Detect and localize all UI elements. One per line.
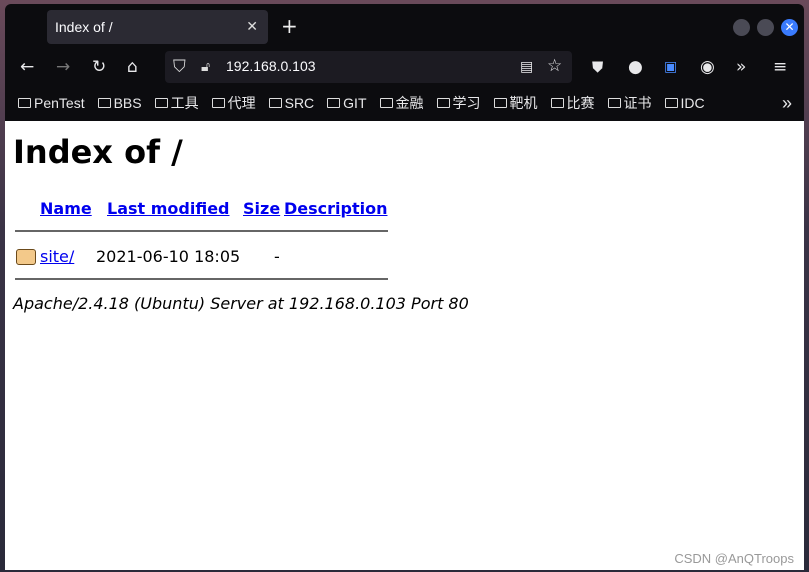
close-window-button[interactable]: ✕ xyxy=(781,19,798,36)
sort-modified-link[interactable]: Last modified xyxy=(107,199,230,218)
folder-icon xyxy=(97,98,111,108)
folder-icon xyxy=(154,98,168,108)
bookmarks-bar: PenTest BBS 工具 代理 SRC GIT 金融 学习 靶机 比赛 证书… xyxy=(5,86,804,120)
tab-title: Index of / xyxy=(55,19,113,35)
tab-index[interactable]: Index of / ✕ xyxy=(47,10,268,44)
maximize-button[interactable] xyxy=(757,19,774,36)
bookmark-folder[interactable]: 证书 xyxy=(607,93,652,113)
folder-icon xyxy=(268,98,282,108)
bookmark-folder[interactable]: 代理 xyxy=(211,93,256,113)
file-size: - xyxy=(274,247,280,266)
url-text[interactable]: 192.168.0.103 xyxy=(226,58,316,74)
folder-icon xyxy=(379,98,393,108)
divider xyxy=(15,278,388,280)
folder-icon xyxy=(493,98,507,108)
folder-icon xyxy=(327,98,341,108)
tab-bar: Index of / ✕ + ✕ xyxy=(5,4,804,49)
new-tab-button[interactable]: + xyxy=(281,14,298,38)
url-bar[interactable]: ⛉ 🔓︎ 192.168.0.103 ▤ ☆ xyxy=(165,51,572,83)
watermark: CSDN @AnQTroops xyxy=(674,551,794,566)
browser-window: Index of / ✕ + ✕ ← → ↻ ⌂ ⛉ 🔓︎ 192.168.0.1… xyxy=(5,4,804,570)
shield-icon[interactable]: ⛉ xyxy=(173,57,186,77)
bookmarks-overflow-icon[interactable]: » xyxy=(782,93,792,114)
bookmark-folder[interactable]: 靶机 xyxy=(493,93,538,113)
translate-page-icon[interactable]: ▤ xyxy=(520,57,533,77)
home-icon[interactable]: ⌂ xyxy=(127,57,138,77)
sort-size-link[interactable]: Size xyxy=(243,199,280,218)
page-content: Index of / Name Last modified Size Descr… xyxy=(5,121,804,570)
last-modified: 2021-06-10 18:05 xyxy=(96,247,241,266)
bookmark-star-icon[interactable]: ☆ xyxy=(547,56,562,76)
folder-icon xyxy=(664,98,678,108)
folder-icon xyxy=(550,98,564,108)
bookmark-folder[interactable]: GIT xyxy=(327,95,367,111)
bookmark-folder[interactable]: IDC xyxy=(664,95,705,111)
more-tools-icon[interactable]: » xyxy=(736,57,746,77)
sort-description-link[interactable]: Description xyxy=(284,199,387,218)
pocket-icon[interactable]: ⛊ xyxy=(592,57,603,77)
extension-icon[interactable]: ◉ xyxy=(700,57,715,77)
bookmark-folder[interactable]: 比赛 xyxy=(550,93,595,113)
nav-toolbar: ← → ↻ ⌂ ⛉ 🔓︎ 192.168.0.103 ▤ ☆ ⛊ ● ▣ ◉ »… xyxy=(5,49,804,86)
file-link-site[interactable]: site/ xyxy=(40,247,74,266)
divider xyxy=(15,230,388,232)
folder-icon xyxy=(16,249,36,265)
bookmark-folder[interactable]: 学习 xyxy=(436,93,481,113)
bookmark-folder[interactable]: 金融 xyxy=(379,93,424,113)
forward-icon[interactable]: → xyxy=(56,57,70,77)
close-tab-icon[interactable]: ✕ xyxy=(246,18,258,35)
folder-icon xyxy=(436,98,450,108)
folder-icon xyxy=(18,98,31,108)
translate-extension-icon[interactable]: ▣ xyxy=(664,57,677,77)
bookmark-folder[interactable]: SRC xyxy=(268,95,314,111)
minimize-button[interactable] xyxy=(733,19,750,36)
reload-icon[interactable]: ↻ xyxy=(92,57,106,77)
back-icon[interactable]: ← xyxy=(20,57,34,77)
account-icon[interactable]: ● xyxy=(628,57,643,77)
bookmark-folder[interactable]: 工具 xyxy=(154,93,199,113)
menu-icon[interactable]: ≡ xyxy=(773,57,787,77)
page-title: Index of / xyxy=(13,133,183,171)
bookmark-folder[interactable]: PenTest xyxy=(18,95,85,111)
server-signature: Apache/2.4.18 (Ubuntu) Server at 192.168… xyxy=(13,294,469,313)
sort-name-link[interactable]: Name xyxy=(40,199,92,218)
insecure-lock-icon[interactable]: 🔓︎ xyxy=(201,57,210,77)
bookmark-folder[interactable]: BBS xyxy=(97,95,142,111)
folder-icon xyxy=(211,98,225,108)
folder-icon xyxy=(607,98,621,108)
